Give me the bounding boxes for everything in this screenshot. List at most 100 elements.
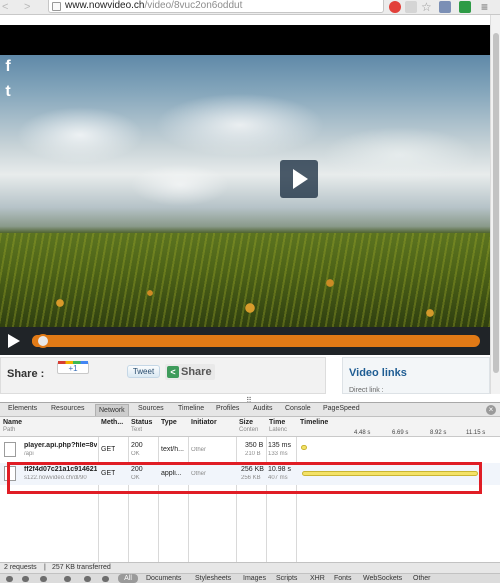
col-type-header[interactable]: Type [161, 419, 177, 426]
timeline-tick: 4.48 s [354, 430, 371, 436]
devtools-close-icon[interactable]: × [486, 405, 496, 415]
progress-bar[interactable] [32, 334, 480, 348]
share-label: Share : [7, 368, 45, 380]
tab-profiles[interactable]: Profiles [216, 405, 239, 412]
devtools-bottom-bar: All Documents Stylesheets Images Scripts… [0, 573, 500, 583]
devtools-tabbar: Elements Resources Network Sources Timel… [0, 402, 500, 417]
video-frame[interactable] [0, 55, 490, 327]
tab-network[interactable]: Network [95, 404, 129, 416]
filter-all[interactable]: All [118, 574, 138, 583]
tab-elements[interactable]: Elements [8, 405, 37, 412]
filter-documents[interactable]: Documents [146, 575, 181, 583]
network-row[interactable]: player.api.php?file=8v /api GET 200 OK t… [0, 439, 500, 461]
record-icon[interactable] [64, 576, 71, 582]
filter-fonts[interactable]: Fonts [334, 575, 352, 583]
filter-other[interactable]: Other [413, 575, 431, 583]
google-plus-button[interactable]: +1 [57, 361, 89, 374]
share-icon: < [167, 366, 179, 378]
scrollbar-thumb[interactable] [493, 33, 499, 373]
highlight-box [7, 462, 482, 494]
col-size-header[interactable]: Size [239, 419, 253, 426]
play-icon[interactable] [8, 334, 20, 348]
timeline-bar [301, 445, 307, 450]
tab-sources[interactable]: Sources [138, 405, 164, 412]
play-overlay-button[interactable] [280, 160, 318, 198]
request-content-size: 210 B [245, 451, 261, 457]
forward-button[interactable]: > [24, 1, 30, 13]
status-separator: | [44, 564, 46, 571]
chrome-menu-icon[interactable]: ≡ [481, 1, 493, 13]
video-field [0, 233, 490, 327]
timeline-tick: 6.69 s [392, 430, 409, 436]
request-type: text/h... [161, 446, 184, 453]
col-statustext-subheader: Text [131, 427, 143, 433]
tab-resources[interactable]: Resources [51, 405, 84, 412]
col-time-header[interactable]: Time [269, 419, 285, 426]
filter-scripts[interactable]: Scripts [276, 575, 297, 583]
request-status-text: OK [131, 451, 140, 457]
tab-console[interactable]: Console [285, 405, 311, 412]
request-status: 200 [131, 442, 143, 449]
video-player[interactable]: f t [0, 25, 490, 355]
facebook-icon[interactable]: f [0, 58, 16, 76]
filter-icon[interactable] [102, 576, 109, 582]
page-icon [52, 2, 61, 11]
timeline-tick: 8.92 s [430, 430, 447, 436]
filter-websockets[interactable]: WebSockets [363, 575, 402, 583]
network-status-bar: 2 requests | 257 KB transferred [0, 562, 500, 573]
col-name-header[interactable]: Name [3, 419, 22, 426]
timeline-tick: 11.15 s [466, 430, 486, 436]
direct-link-label: Direct link : [349, 387, 384, 394]
extension-blue-icon[interactable] [439, 1, 451, 13]
video-sky [0, 75, 490, 225]
col-path-subheader: Path [3, 427, 16, 433]
filter-stylesheets[interactable]: Stylesheets [195, 575, 231, 583]
request-path: /api [24, 451, 34, 457]
address-bar[interactable]: www.nowvideo.ch/video/8vuc2on6oddut [48, 0, 384, 13]
request-method: GET [101, 446, 116, 453]
request-size: 350 B [245, 442, 264, 449]
transferred-size: 257 KB transferred [52, 564, 111, 571]
dock-icon[interactable] [6, 576, 13, 582]
request-count: 2 requests [4, 564, 37, 571]
bookmark-star-icon[interactable]: ☆ [421, 1, 433, 13]
col-method-header[interactable]: Meth... [101, 419, 123, 426]
share-button[interactable]: < Share [165, 364, 215, 380]
page-scrollbar[interactable] [490, 15, 500, 394]
share-button-label: Share [181, 366, 212, 378]
extension-green-icon[interactable] [459, 1, 471, 13]
tweet-button[interactable]: Tweet [127, 365, 160, 378]
extension-red-icon[interactable] [389, 1, 401, 13]
col-initiator-header[interactable]: Initiator [191, 419, 217, 426]
url-path: /video/8vuc2on6oddut [144, 0, 243, 11]
twitter-icon[interactable]: t [0, 83, 16, 101]
file-icon [4, 442, 16, 457]
page-content: f t Share : +1 Tweet < Share Video links… [0, 15, 490, 394]
browser-toolbar: < > www.nowvideo.ch/video/8vuc2on6oddut … [0, 0, 500, 15]
col-timeline-header[interactable]: Timeline [300, 419, 328, 426]
filter-xhr[interactable]: XHR [310, 575, 325, 583]
clear-icon[interactable] [84, 576, 91, 582]
video-links-panel: Video links Direct link : [342, 357, 490, 394]
back-button[interactable]: < [2, 1, 8, 13]
extension-tools-icon[interactable] [405, 1, 417, 13]
tab-audits[interactable]: Audits [253, 405, 272, 412]
url-host: www.nowvideo.ch [65, 0, 145, 11]
request-initiator: Other [191, 447, 207, 453]
request-latency: 133 ms [268, 451, 288, 457]
browser-window: < > www.nowvideo.ch/video/8vuc2on6oddut … [0, 0, 500, 583]
progress-knob[interactable] [36, 334, 50, 348]
video-flowers [0, 263, 490, 327]
console-icon[interactable] [22, 576, 29, 582]
col-latency-subheader: Latenc [269, 427, 288, 433]
tab-timeline[interactable]: Timeline [178, 405, 204, 412]
request-time: 135 ms [268, 442, 291, 449]
tab-pagespeed[interactable]: PageSpeed [323, 405, 360, 412]
network-header: Name Path Meth... Status Text Type Initi… [0, 417, 500, 437]
search-icon[interactable] [40, 576, 47, 582]
video-links-title: Video links [349, 367, 407, 379]
col-status-header[interactable]: Status [131, 419, 152, 426]
filter-images[interactable]: Images [243, 575, 266, 583]
player-controlbar [0, 327, 490, 355]
request-name: player.api.php?file=8v [24, 442, 97, 449]
